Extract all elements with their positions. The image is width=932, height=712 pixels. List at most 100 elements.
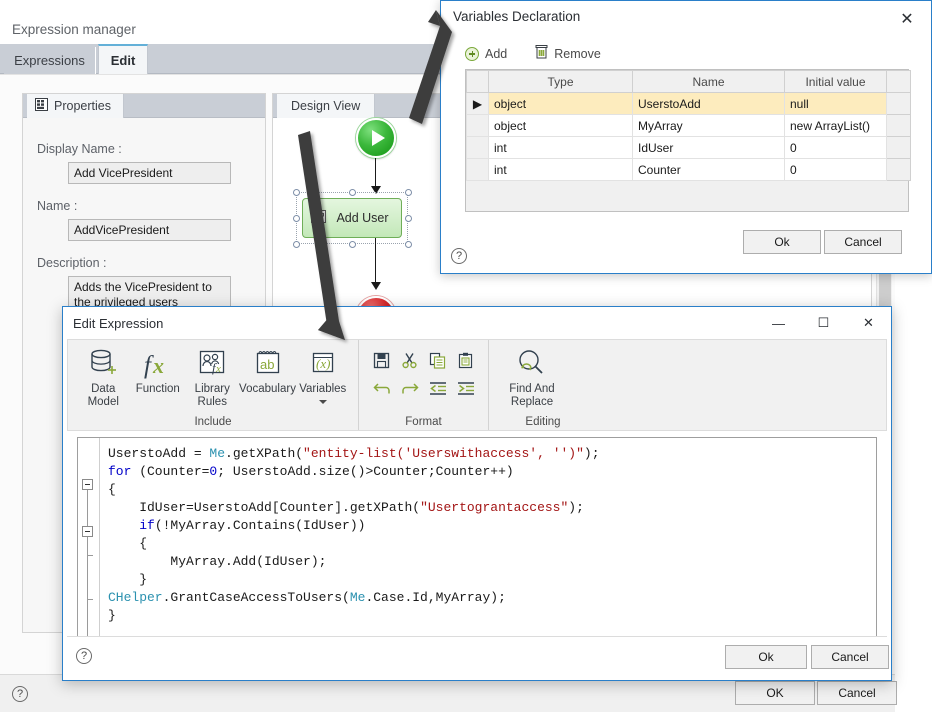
decrease-indent-icon	[429, 381, 447, 399]
code-line: }	[108, 608, 116, 623]
close-icon[interactable]: ✕	[846, 307, 891, 339]
data-model-button[interactable]: Data Model	[76, 346, 131, 409]
row-marker: ▶	[466, 92, 489, 115]
table-row[interactable]: ▶ object UserstoAdd null	[466, 92, 911, 115]
column-header-type[interactable]: Type	[488, 70, 633, 93]
find-and-replace-button[interactable]: Find And Replace	[497, 346, 567, 409]
edit-expression-help-icon[interactable]: ?	[76, 648, 92, 664]
resize-handle-ne[interactable]	[405, 189, 412, 196]
increase-indent-button[interactable]	[452, 376, 480, 404]
name-field[interactable]: AddVicePresident	[68, 219, 231, 241]
cell-type[interactable]: object	[488, 92, 633, 115]
variables-help-icon[interactable]: ?	[451, 248, 467, 264]
function-button[interactable]: f x Function	[131, 346, 186, 396]
row-marker	[466, 136, 489, 159]
ribbon-group-include: Data Model f x Function f x Library Rule…	[68, 340, 358, 430]
tab-design-view[interactable]: Design View	[277, 94, 376, 118]
fold-marker-outer[interactable]	[82, 479, 93, 490]
undo-button[interactable]	[368, 376, 396, 404]
ribbon-group-include-title: Include	[194, 415, 232, 428]
remove-variable-button[interactable]: Remove	[535, 45, 601, 62]
library-rules-button[interactable]: f x Library Rules	[185, 346, 240, 409]
column-header-initial-value[interactable]: Initial value	[784, 70, 887, 93]
cut-button[interactable]	[396, 348, 424, 376]
find-and-replace-label: Find And Replace	[509, 383, 555, 409]
fold-line-outer-top	[87, 490, 88, 526]
variables-dialog-title: Variables Declaration	[453, 9, 581, 24]
flow-node-activity-add-user[interactable]: Add User	[302, 198, 402, 238]
cell-initial-value[interactable]: 0	[784, 136, 887, 159]
chevron-down-icon[interactable]	[318, 400, 327, 405]
resize-handle-se[interactable]	[405, 241, 412, 248]
save-icon	[373, 352, 390, 372]
resize-handle-w[interactable]	[293, 215, 300, 222]
variables-table[interactable]: Type Name Initial value ▶ object Usersto…	[465, 69, 911, 212]
save-button[interactable]	[368, 348, 396, 376]
add-variable-button[interactable]: Add	[465, 45, 507, 62]
cell-name[interactable]: Counter	[632, 158, 785, 181]
svg-text:x: x	[152, 353, 164, 378]
variables-declaration-dialog: Variables Declaration ✕ Add Remove Type …	[440, 0, 932, 274]
cell-initial-value[interactable]: new ArrayList()	[784, 114, 887, 137]
edit-expression-cancel-button[interactable]: Cancel	[811, 645, 889, 669]
tab-expressions[interactable]: Expressions	[4, 47, 96, 74]
cell-type[interactable]: int	[488, 158, 633, 181]
help-icon[interactable]: ?	[12, 686, 28, 702]
flow-node-start[interactable]	[356, 118, 396, 158]
paste-button[interactable]	[452, 348, 480, 376]
data-model-label: Data Model	[87, 383, 119, 409]
maximize-icon[interactable]: ☐	[801, 307, 846, 339]
cell-name[interactable]: MyArray	[632, 114, 785, 137]
code-editor[interactable]: UserstoAdd = Me.getXPath("entity-list('U…	[77, 437, 877, 645]
cell-pad	[886, 92, 911, 115]
code-line: {	[108, 536, 148, 551]
vocabulary-button[interactable]: ab Vocabulary	[239, 346, 296, 396]
minimize-icon[interactable]: —	[756, 307, 801, 339]
tab-edit[interactable]: Edit	[98, 44, 148, 74]
connector-activity-to-stop	[375, 238, 376, 288]
resize-handle-s[interactable]	[349, 241, 356, 248]
display-name-field[interactable]: Add VicePresident	[68, 162, 231, 184]
table-row[interactable]: int Counter 0	[466, 158, 911, 181]
edit-expression-ok-button[interactable]: Ok	[725, 645, 807, 669]
redo-button[interactable]	[396, 376, 424, 404]
copy-button[interactable]	[424, 348, 452, 376]
cell-type[interactable]: int	[488, 136, 633, 159]
table-row[interactable]: int IdUser 0	[466, 136, 911, 159]
resize-handle-nw[interactable]	[293, 189, 300, 196]
variables-x-icon: (x)	[306, 346, 340, 380]
variables-ok-button[interactable]: Ok	[743, 230, 821, 254]
cancel-button[interactable]: Cancel	[817, 681, 897, 705]
edit-expression-ribbon: Data Model f x Function f x Library Rule…	[67, 339, 887, 431]
cell-type[interactable]: object	[488, 114, 633, 137]
undo-icon	[372, 381, 391, 399]
edit-expression-footer: ? Ok Cancel	[67, 636, 889, 676]
svg-text:ab: ab	[260, 357, 274, 372]
resize-handle-sw[interactable]	[293, 241, 300, 248]
code-line: if(!MyArray.Contains(IdUser))	[139, 518, 366, 533]
function-label: Function	[135, 383, 180, 395]
resize-handle-e[interactable]	[405, 215, 412, 222]
edit-expression-titlebar[interactable]: Edit Expression — ☐ ✕	[63, 307, 891, 339]
code-editor-gutter[interactable]	[78, 438, 100, 644]
resize-handle-n[interactable]	[349, 189, 356, 196]
ok-button[interactable]: OK	[735, 681, 815, 705]
table-row[interactable]: object MyArray new ArrayList()	[466, 114, 911, 137]
ribbon-group-editing: Find And Replace Editing	[488, 340, 886, 430]
variables-button[interactable]: (x) Variables	[296, 346, 351, 405]
variables-cancel-button[interactable]: Cancel	[824, 230, 902, 254]
code-line: for (Counter=0; UserstoAdd.size()>Counte…	[108, 464, 514, 479]
cell-initial-value[interactable]: null	[784, 92, 887, 115]
close-icon[interactable]: ✕	[887, 5, 927, 33]
increase-indent-icon	[457, 381, 475, 399]
fold-marker-inner[interactable]	[82, 526, 93, 537]
cell-initial-value[interactable]: 0	[784, 158, 887, 181]
redo-icon	[401, 381, 419, 399]
code-content[interactable]: UserstoAdd = Me.getXPath("entity-list('U…	[100, 438, 876, 644]
decrease-indent-button[interactable]	[424, 376, 452, 404]
tab-properties[interactable]: Properties	[27, 94, 124, 118]
column-header-name[interactable]: Name	[632, 70, 785, 93]
cell-name[interactable]: UserstoAdd	[632, 92, 785, 115]
cell-pad	[886, 114, 911, 137]
cell-name[interactable]: IdUser	[632, 136, 785, 159]
